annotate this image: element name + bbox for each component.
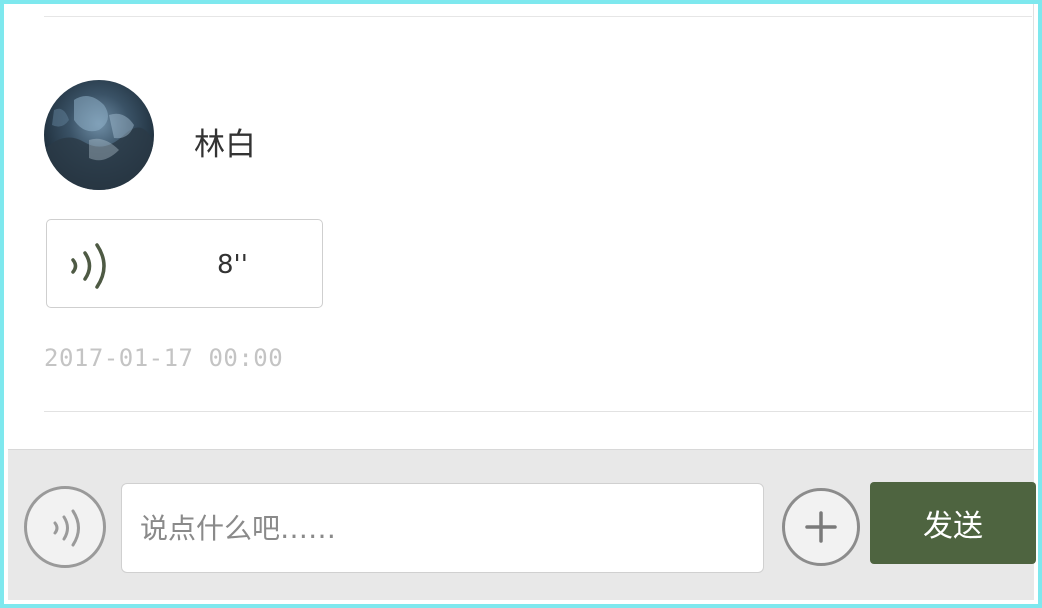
message-input[interactable] [121, 483, 764, 573]
username: 林白 [194, 127, 256, 163]
chat-message: 林白 8'' 2017-01-17 00:00 [44, 80, 1034, 380]
voice-toggle-button[interactable] [24, 486, 106, 568]
message-timestamp: 2017-01-17 00:00 [44, 344, 284, 372]
chat-window: 林白 8'' 2017-01-17 00:00 说点什么吧…… 发送 [0, 0, 1042, 608]
voice-wave-icon [71, 243, 106, 289]
send-button[interactable]: 发送 [870, 482, 1036, 564]
voice-wave-icon [53, 509, 80, 547]
top-divider [44, 16, 1032, 17]
avatar-photo-icon [44, 96, 154, 190]
composer-bar: 发送 [8, 449, 1036, 600]
plus-icon [805, 511, 837, 543]
bottom-divider [44, 411, 1032, 412]
voice-duration: 8'' [217, 250, 248, 280]
voice-message-bubble[interactable]: 8'' [46, 219, 323, 308]
more-options-button[interactable] [782, 488, 860, 566]
avatar[interactable] [44, 80, 154, 190]
